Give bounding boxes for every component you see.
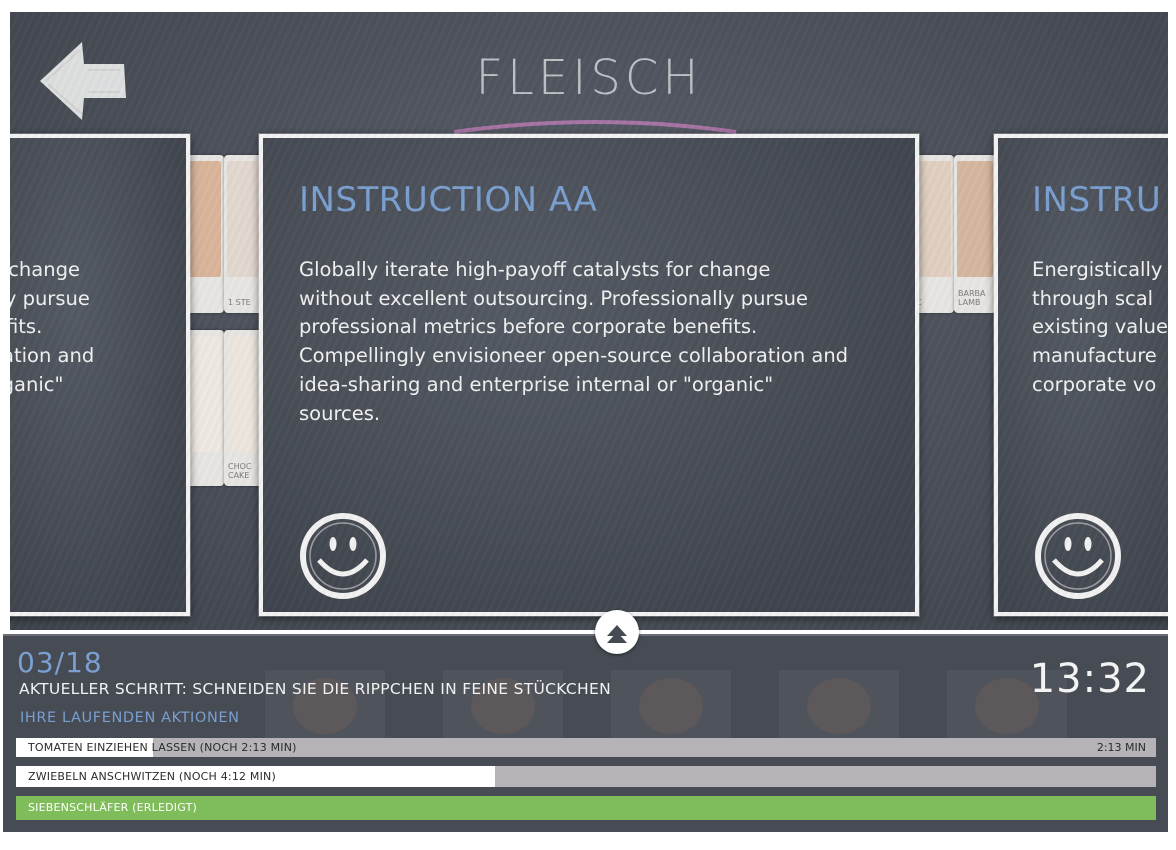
thumbnail-caption: 1 STE [228,298,251,307]
action-progress-bar-done[interactable]: SIEBENSCHLÄFER (ERLEDIGT) [16,796,1156,820]
chalkboard: FLEISCH 1 STE CHOC CAKE C BARBA LAMB r c… [10,12,1168,630]
page-title: FLEISCH [475,50,703,106]
running-actions-label: IHRE LAUFENDEN AKTIONEN [20,710,240,726]
action-remaining: 2:13 MIN [1096,741,1146,754]
current-step-text: AKTUELLER SCHRITT: SCHNEIDEN SIE DIE RIP… [19,680,611,698]
chevron-up-icon [607,625,627,643]
card-text: r change lly pursue efits. ration and rg… [10,258,95,396]
card-title: INSTRUCTION AA [299,180,598,220]
recipe-thumbnail [611,670,731,742]
thumbnail-caption: BARBA LAMB [958,289,986,307]
action-label: ZWIEBELN ANSCHWITZEN (NOCH 4:12 MIN) [28,770,276,783]
thumbnail[interactable]: BARBA LAMB [954,155,996,313]
title-underline [453,120,737,134]
instruction-card-next[interactable]: INSTRU Energistically through scal exist… [994,134,1168,616]
bottom-panel: 03/18 AKTUELLER SCHRITT: SCHNEIDEN SIE D… [3,634,1168,832]
action-label: TOMATEN EINZIEHEN LASSEN (NOCH 2:13 MIN) [28,741,297,754]
action-label: SIEBENSCHLÄFER (ERLEDIGT) [28,801,197,814]
instruction-card-current[interactable]: INSTRUCTION AA Globally iterate high-pay… [259,134,919,616]
smiley-icon[interactable] [1032,510,1124,602]
collapse-panel-button[interactable] [595,610,639,654]
card-title: INSTRU [1032,180,1162,220]
recipe-thumbnail [779,670,899,742]
smiley-icon[interactable] [297,510,389,602]
card-text: Energistically through scal existing val… [1032,258,1168,396]
instruction-card-previous[interactable]: r change lly pursue efits. ration and rg… [10,134,190,616]
card-text: Globally iterate high-payoff catalysts f… [299,258,849,425]
timer: 13:32 [1029,656,1150,702]
step-counter: 03/18 [17,646,103,679]
action-progress-bar[interactable]: TOMATEN EINZIEHEN LASSEN (NOCH 2:13 MIN)… [16,738,1156,757]
action-progress-bar[interactable]: ZWIEBELN ANSCHWITZEN (NOCH 4:12 MIN) [16,766,1156,787]
